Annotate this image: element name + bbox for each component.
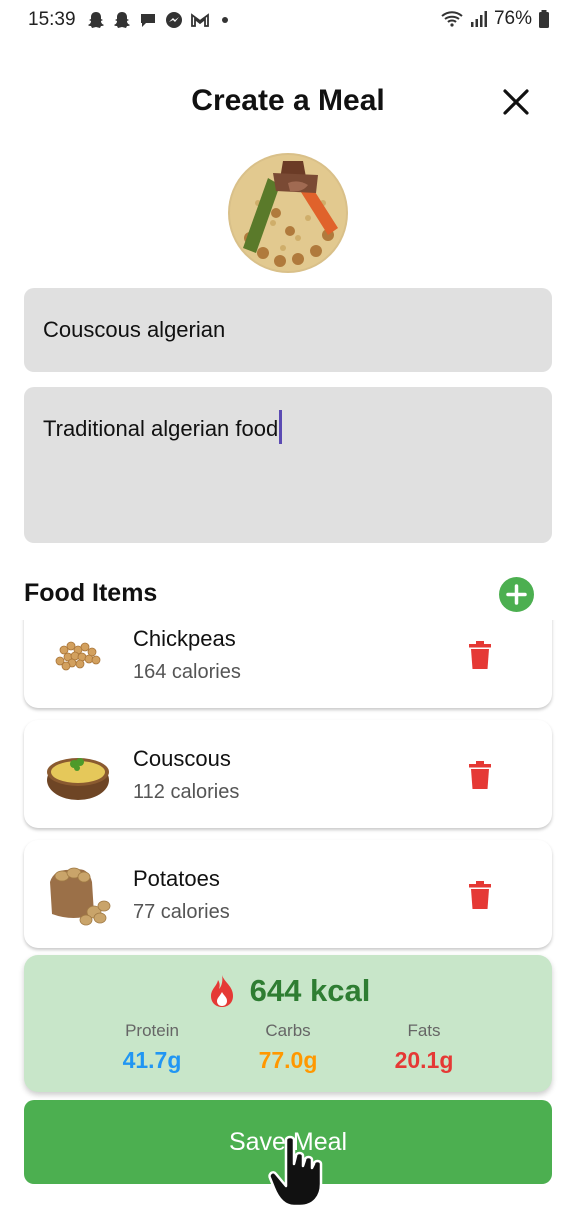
- food-item-calories: 77 calories: [133, 901, 230, 923]
- messenger-icon: [166, 12, 182, 28]
- delete-icon[interactable]: [468, 641, 492, 669]
- chickpeas-image: [55, 641, 101, 671]
- delete-icon[interactable]: [468, 761, 492, 789]
- meal-photo[interactable]: [228, 153, 348, 273]
- food-item-calories: 164 calories: [133, 661, 241, 683]
- macro-value: 41.7g: [122, 1047, 182, 1073]
- macro-label: Protein: [125, 1021, 179, 1040]
- food-item-calories: 112 calories: [133, 781, 240, 803]
- chat-icon: [141, 14, 155, 27]
- macro-value: 77.0g: [258, 1047, 318, 1073]
- food-items-title: Food Items: [24, 579, 158, 607]
- save-meal-button[interactable]: Save Meal: [24, 1100, 552, 1184]
- food-item-card[interactable]: Chickpeas 164 calories: [24, 620, 552, 708]
- wifi-icon: [441, 11, 463, 27]
- signal-icon: [470, 11, 487, 27]
- food-item-name: Couscous: [133, 746, 231, 771]
- dot-icon: [222, 17, 228, 23]
- macro-label: Fats: [407, 1021, 441, 1040]
- macro-value: 20.1g: [394, 1047, 454, 1073]
- save-meal-label: Save Meal: [228, 1127, 348, 1156]
- couscous-bowl-image: [47, 758, 109, 800]
- battery-icon: [539, 10, 549, 28]
- meal-name-value: Couscous algerian: [43, 317, 226, 342]
- nutrition-summary: 644 kcal Protein 41.7g Carbs 77.0g Fats …: [24, 955, 552, 1092]
- page-title: Create a Meal: [191, 84, 385, 117]
- food-item-name: Chickpeas: [133, 626, 236, 651]
- status-time: 15:39: [28, 9, 76, 30]
- meal-description-input[interactable]: Traditional algerian food: [24, 387, 552, 543]
- plus-icon: [506, 584, 527, 605]
- meal-description-value: Traditional algerian food: [43, 415, 279, 441]
- delete-icon[interactable]: [468, 881, 492, 909]
- food-items-list[interactable]: Chickpeas 164 calories Couscous 112 calo…: [0, 620, 576, 954]
- calories-total: 644 kcal: [24, 973, 552, 1009]
- snapchat-icon: [114, 12, 130, 28]
- meal-name-input[interactable]: Couscous algerian: [24, 288, 552, 372]
- gmail-icon: [191, 13, 209, 27]
- close-icon[interactable]: [500, 86, 532, 118]
- text-cursor: [279, 410, 283, 444]
- snapchat-icon: [88, 12, 104, 28]
- macro-carbs: Carbs 77.0g: [228, 1021, 348, 1074]
- macro-label: Carbs: [265, 1021, 311, 1040]
- food-item-name: Potatoes: [133, 866, 220, 891]
- calories-value: 644 kcal: [249, 973, 371, 1008]
- macro-protein: Protein 41.7g: [92, 1021, 212, 1074]
- fire-icon: [210, 975, 233, 1007]
- battery-percent: 76%: [493, 8, 532, 29]
- notification-icons: [86, 10, 228, 30]
- add-food-button[interactable]: [499, 577, 534, 612]
- status-bar: 15:39 76%: [0, 0, 576, 40]
- food-item-card[interactable]: Couscous 112 calories: [24, 720, 552, 828]
- potatoes-sack-image: [50, 867, 111, 926]
- system-icons: 76%: [440, 8, 550, 30]
- food-item-card[interactable]: Potatoes 77 calories: [24, 840, 552, 948]
- couscous-dish-image: [228, 153, 348, 273]
- macro-fats: Fats 20.1g: [364, 1021, 484, 1074]
